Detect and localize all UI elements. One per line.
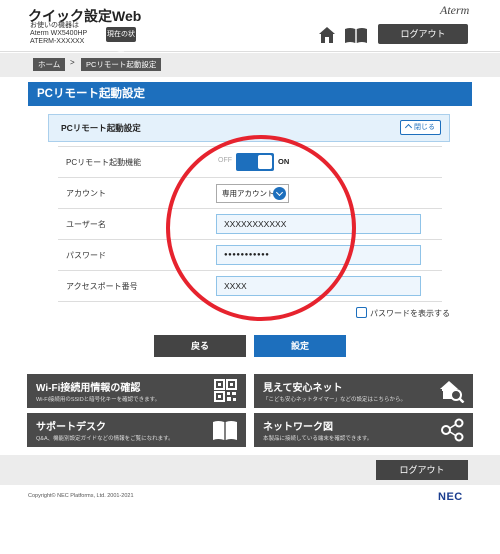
logout-button-top[interactable]: ログアウト xyxy=(378,24,468,44)
settings-panel-header: PCリモート起動設定 閉じる xyxy=(48,114,450,142)
back-button[interactable]: 戻る xyxy=(154,335,246,357)
tile-wifi-info[interactable]: Wi-Fi接続用情報の確認 Wi-Fi接続用のSSIDと暗号化キーを確認できます… xyxy=(27,374,246,408)
copyright: Copyright© NEC Platforms, Ltd. 2001-2021 xyxy=(28,493,134,499)
collapse-button[interactable]: 閉じる xyxy=(400,120,441,135)
panel-title: PCリモート起動設定 xyxy=(61,123,141,133)
toggle-on-label: ON xyxy=(278,157,290,166)
username-label: ユーザー名 xyxy=(66,220,106,229)
access-port-input[interactable]: XXXX xyxy=(216,276,421,296)
tile-title: サポートデスク xyxy=(36,422,106,433)
form-row-access-port: アクセスポート番号 XXXX xyxy=(58,271,442,302)
toggle-knob xyxy=(258,155,272,169)
breadcrumb: ホーム > PCリモート起動設定 xyxy=(0,53,500,77)
home-icon[interactable] xyxy=(318,26,336,44)
tile-title: 見えて安心ネット xyxy=(263,383,343,394)
breadcrumb-separator: > xyxy=(70,58,75,67)
password-input[interactable]: ●●●●●●●●●●● xyxy=(216,245,421,265)
set-button[interactable]: 設定 xyxy=(254,335,346,357)
account-select-value: 専用アカウント xyxy=(222,189,275,198)
settings-form: PCリモート起動機能 OFF ON アカウント 専用アカウント ユーザー名 XX… xyxy=(58,146,442,302)
tile-desc: Q&A、機能別設定ガイドなどの情報をご覧になれます。 xyxy=(36,436,174,442)
form-row-password: パスワード ●●●●●●●●●●● xyxy=(58,240,442,271)
device-model: Aterm WX5400HP xyxy=(30,30,88,37)
password-label: パスワード xyxy=(66,251,106,260)
show-password-option[interactable]: パスワードを表示する xyxy=(356,307,450,319)
tile-title: ネットワーク図 xyxy=(263,422,333,433)
account-label: アカウント xyxy=(66,189,106,198)
account-select[interactable]: 専用アカウント xyxy=(216,184,289,203)
book-icon xyxy=(213,421,237,440)
collapse-label: 閉じる xyxy=(414,124,435,131)
tile-desc: 本製品に接続している端末を確認できます。 xyxy=(263,436,373,442)
form-row-username: ユーザー名 XXXXXXXXXXX xyxy=(58,209,442,240)
header: クイック設定Web お使いの機器は Aterm WX5400HP ATERM-X… xyxy=(0,0,500,53)
tile-desc: 「こども安心ネットタイマー」などの設定はこちらから。 xyxy=(263,397,407,403)
remote-boot-label: PCリモート起動機能 xyxy=(66,158,142,167)
show-password-checkbox[interactable] xyxy=(356,307,367,318)
book-icon[interactable] xyxy=(344,27,368,44)
device-info: お使いの機器は Aterm WX5400HP ATERM-XXXXXX xyxy=(30,22,87,46)
tile-support-desk[interactable]: サポートデスク Q&A、機能別設定ガイドなどの情報をご覧になれます。 xyxy=(27,413,246,447)
qr-code-icon xyxy=(214,379,237,402)
aterm-logo: Aterm xyxy=(440,3,470,17)
tile-desc: Wi-Fi接続用のSSIDと暗号化キーを確認できます。 xyxy=(36,397,161,403)
nec-logo: NEC xyxy=(438,491,463,503)
page-title: PCリモート起動設定 xyxy=(28,82,472,106)
chevron-down-icon xyxy=(273,187,286,200)
tile-safety-net[interactable]: 見えて安心ネット 「こども安心ネットタイマー」などの設定はこちらから。 xyxy=(254,374,473,408)
form-row-remote-boot: PCリモート起動機能 OFF ON xyxy=(58,147,442,178)
show-password-label: パスワードを表示する xyxy=(370,309,450,318)
home-search-icon xyxy=(440,381,465,403)
network-icon xyxy=(441,418,464,442)
logout-button-bottom[interactable]: ログアウト xyxy=(376,460,468,480)
chevron-up-icon xyxy=(404,123,413,132)
device-id: ATERM-XXXXXX xyxy=(30,38,85,45)
breadcrumb-current: PCリモート起動設定 xyxy=(81,58,162,71)
username-input[interactable]: XXXXXXXXXXX xyxy=(216,214,421,234)
status-button[interactable]: 現在の状態 xyxy=(106,27,136,53)
breadcrumb-home[interactable]: ホーム xyxy=(33,58,66,71)
toggle-off-label: OFF xyxy=(218,157,232,164)
device-label: お使いの機器は xyxy=(30,22,79,29)
access-port-label: アクセスポート番号 xyxy=(66,282,138,291)
tile-title: Wi-Fi接続用情報の確認 xyxy=(36,383,141,394)
tile-network-map[interactable]: ネットワーク図 本製品に接続している端末を確認できます。 xyxy=(254,413,473,447)
remote-boot-toggle[interactable] xyxy=(236,153,274,171)
form-row-account: アカウント 専用アカウント xyxy=(58,178,442,209)
footer-bar: ログアウト xyxy=(0,455,500,485)
